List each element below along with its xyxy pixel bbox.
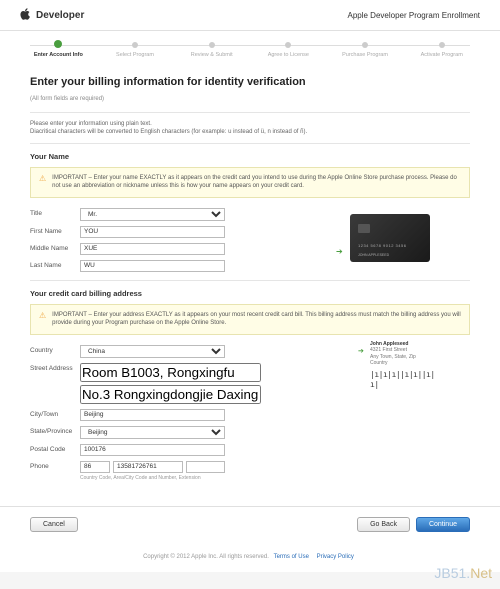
- address-warning-text: IMPORTANT – Enter your address EXACTLY a…: [52, 311, 461, 328]
- header-program-title: Apple Developer Program Enrollment: [347, 11, 480, 20]
- your-name-heading: Your Name: [30, 152, 470, 161]
- continue-button[interactable]: Continue: [416, 517, 470, 532]
- phone-number-input[interactable]: [113, 461, 183, 473]
- name-warning-text: IMPORTANT – Enter your name EXACTLY as i…: [52, 174, 461, 191]
- city-input[interactable]: [80, 409, 225, 421]
- arrow-icon: ➔: [336, 247, 343, 256]
- card-name: JOHN APPLESEED: [358, 253, 389, 257]
- state-select[interactable]: Beijing: [80, 426, 225, 439]
- middle-name-input[interactable]: [80, 243, 225, 255]
- step-select-program: Select Program: [97, 42, 174, 58]
- name-warning: ⚠ IMPORTANT – Enter your name EXACTLY as…: [30, 167, 470, 198]
- address-warning: ⚠ IMPORTANT – Enter your address EXACTLY…: [30, 304, 470, 335]
- address-sample: ➔ John Appleseed 4321 First Street Any T…: [370, 341, 440, 391]
- card-number: 1234 5678 9012 3456: [358, 243, 406, 248]
- phone-extension-input[interactable]: [186, 461, 225, 473]
- street-address-input-2[interactable]: [80, 385, 261, 404]
- step-agree-license: Agree to License: [250, 42, 327, 58]
- street-address-input-1[interactable]: [80, 363, 261, 382]
- postal-code-input[interactable]: [80, 444, 225, 456]
- privacy-link[interactable]: Privacy Policy: [317, 554, 354, 560]
- title-select[interactable]: Mr.: [80, 208, 225, 221]
- first-name-input[interactable]: [80, 226, 225, 238]
- apple-logo-icon: [20, 8, 30, 22]
- header-brand: Developer: [36, 10, 84, 21]
- barcode-icon: |ı|ı|ı||ı|ı||ı|ı|: [370, 370, 440, 391]
- page-title: Enter your billing information for ident…: [30, 76, 470, 88]
- title-label: Title: [30, 208, 80, 217]
- progress-steps: Enter Account Info Select Program Review…: [0, 31, 500, 64]
- warning-icon: ⚠: [39, 311, 46, 328]
- last-name-input[interactable]: [80, 260, 225, 272]
- first-name-label: First Name: [30, 226, 80, 235]
- step-enter-account-info: Enter Account Info: [20, 41, 97, 58]
- terms-link[interactable]: Terms of Use: [274, 554, 309, 560]
- step-activate-program: Activate Program: [403, 42, 480, 58]
- postal-label: Postal Code: [30, 444, 80, 453]
- street-label: Street Address: [30, 363, 80, 372]
- step-purchase-program: Purchase Program: [327, 42, 404, 58]
- cancel-button[interactable]: Cancel: [30, 517, 78, 532]
- action-bar: Cancel Go Back Continue: [0, 506, 500, 542]
- last-name-label: Last Name: [30, 260, 80, 269]
- instruction-line-2: Diacritical characters will be converted…: [30, 129, 470, 135]
- required-note: (All form fields are required): [30, 96, 470, 102]
- country-select[interactable]: China: [80, 345, 225, 358]
- step-review-submit: Review & Submit: [173, 42, 250, 58]
- header: Developer Apple Developer Program Enroll…: [0, 0, 500, 31]
- credit-card-sample-image: ➔ 1234 5678 9012 3456 JOHN APPLESEED: [350, 214, 430, 262]
- phone-country-code-input[interactable]: [80, 461, 110, 473]
- footer: Copyright © 2012 Apple Inc. All rights r…: [0, 542, 500, 572]
- middle-name-label: Middle Name: [30, 243, 80, 252]
- country-label: Country: [30, 345, 80, 354]
- arrow-icon: ➔: [358, 347, 364, 356]
- phone-hint: Country Code, Area/City Code and Number,…: [80, 475, 225, 481]
- go-back-button[interactable]: Go Back: [357, 517, 410, 532]
- phone-label: Phone: [30, 461, 80, 470]
- city-label: City/Town: [30, 409, 80, 418]
- state-label: State/Province: [30, 426, 80, 435]
- billing-address-heading: Your credit card billing address: [30, 289, 470, 298]
- instruction-line-1: Please enter your information using plai…: [30, 121, 470, 127]
- copyright: Copyright © 2012 Apple Inc. All rights r…: [143, 554, 269, 560]
- warning-icon: ⚠: [39, 174, 46, 191]
- watermark: JB51.Net: [434, 565, 492, 581]
